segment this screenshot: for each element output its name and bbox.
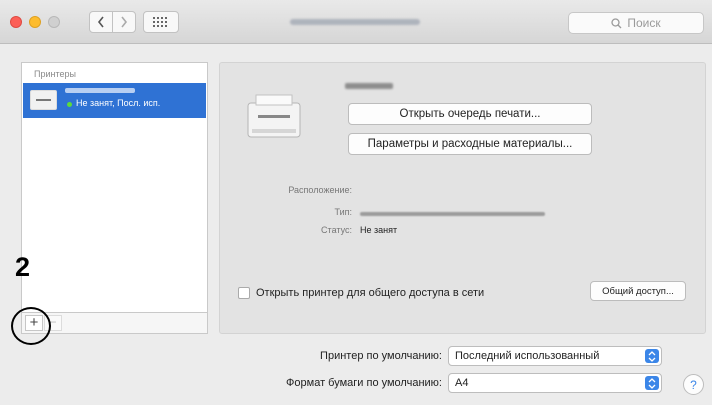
default-printer-select[interactable]: Последний использованный [448,346,662,366]
printer-icon [30,90,57,110]
type-label: Тип: [334,207,352,217]
type-value-obscured [360,212,545,216]
printer-detail-panel: Открыть очередь печати... Параметры и ра… [219,62,706,334]
search-icon [611,17,622,28]
share-printer-label[interactable]: Открыть принтер для общего доступа в сет… [256,287,484,299]
zoom-window-button[interactable] [48,16,60,28]
status-label: Статус: [321,225,352,235]
back-button[interactable] [89,11,113,33]
options-supplies-button[interactable]: Параметры и расходные материалы... [348,133,592,155]
help-button[interactable]: ? [683,374,704,395]
paper-size-value: A4 [455,377,469,389]
paper-size-select[interactable]: A4 [448,373,662,393]
close-window-button[interactable] [10,16,22,28]
printer-name-obscured [345,83,393,89]
sharing-preferences-button[interactable]: Общий доступ... [590,281,686,301]
paper-size-label: Формат бумаги по умолчанию: [286,377,442,389]
minimize-window-button[interactable] [29,16,41,28]
location-label: Расположение: [288,185,352,195]
show-all-button[interactable] [143,11,179,33]
search-field[interactable]: Поиск [568,12,704,34]
forward-button[interactable] [112,11,136,33]
updown-arrows-icon [645,349,659,363]
printer-status-text: Не занят, Посл. исп. [76,98,161,108]
updown-arrows-icon [645,376,659,390]
window-title-obscured [290,19,420,25]
title-bar: Поиск [0,0,712,44]
status-dot-icon [67,102,72,107]
printer-list-heading: Принтеры [34,69,76,79]
share-printer-checkbox[interactable] [238,287,250,299]
callout-circle [11,307,51,345]
open-print-queue-button[interactable]: Открыть очередь печати... [348,103,592,125]
default-printer-label: Принтер по умолчанию: [320,350,442,362]
chevron-right-icon [121,16,128,28]
printer-list: Принтеры Не занят, Посл. исп. [21,62,208,313]
grid-icon [153,17,167,27]
search-placeholder: Поиск [627,16,661,30]
status-value: Не занят [360,225,398,235]
printer-name-obscured [65,88,135,93]
chevron-left-icon [97,16,104,28]
step-number: 2 [15,252,31,282]
default-printer-value: Последний использованный [455,350,600,362]
printer-list-item[interactable]: Не занят, Посл. исп. [23,83,206,118]
printer-icon [247,94,301,138]
